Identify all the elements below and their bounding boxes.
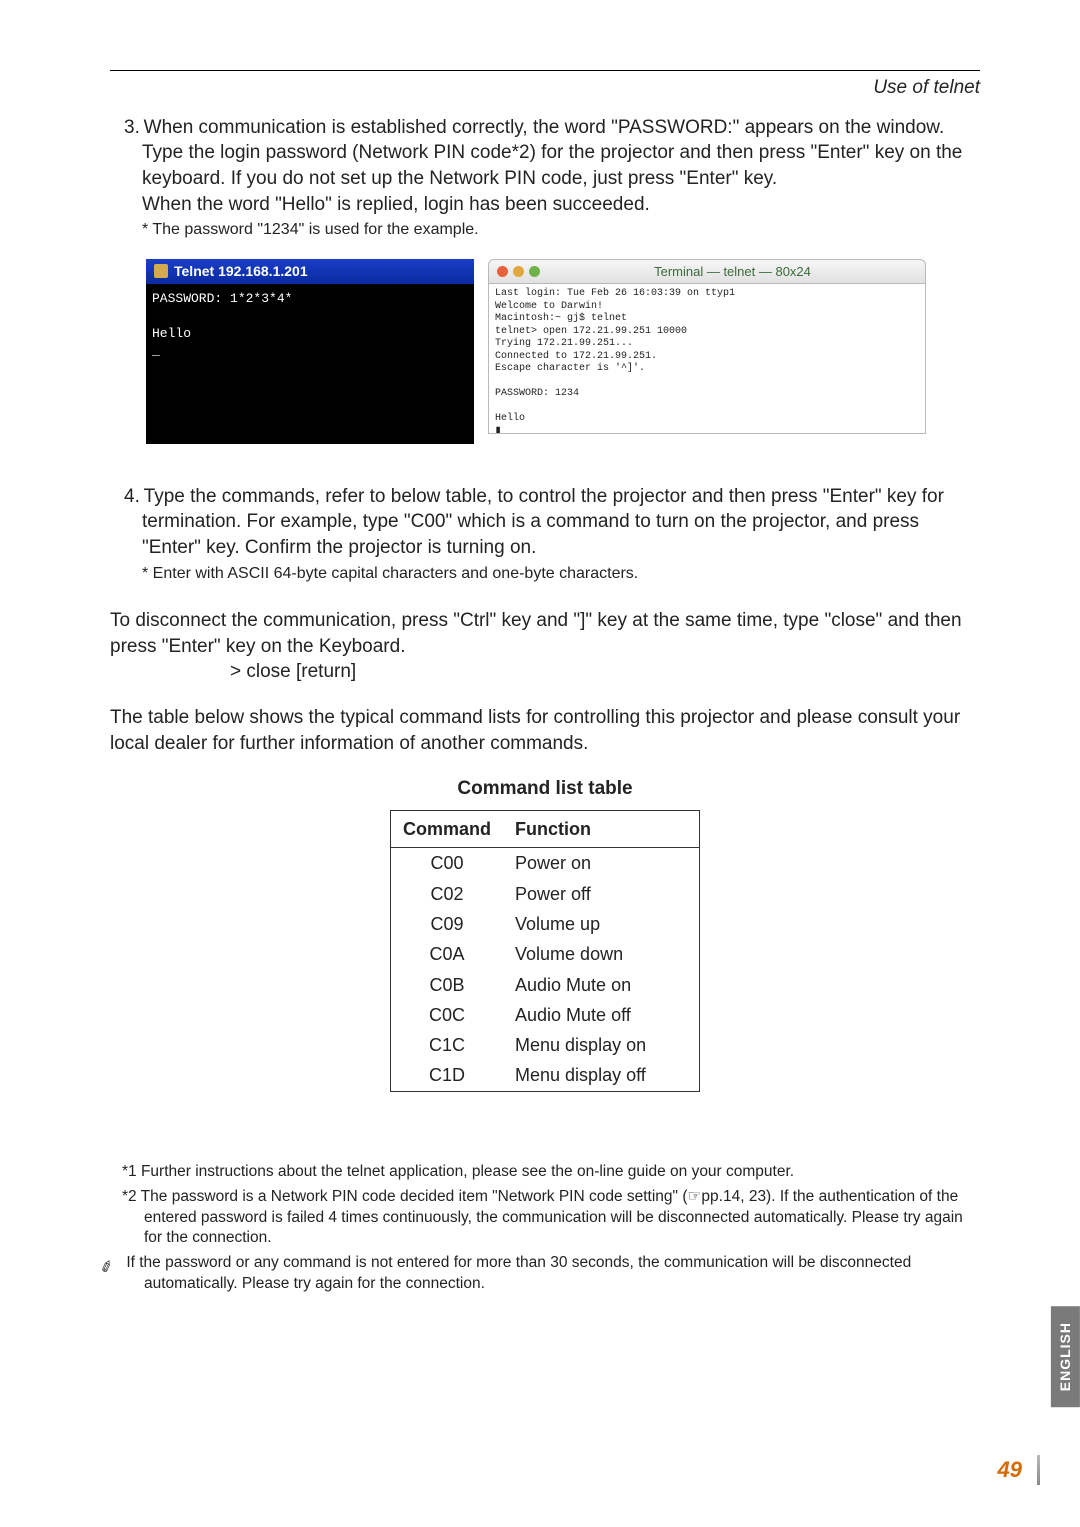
th-command: Command xyxy=(391,811,504,848)
table-row: C1DMenu display off xyxy=(391,1060,700,1091)
telnet-icon xyxy=(154,264,168,278)
win-titlebar: Telnet 192.168.1.201 xyxy=(146,259,474,284)
step4-note: * Enter with ASCII 64-byte capital chara… xyxy=(110,563,980,585)
language-tab: ENGLISH xyxy=(1051,1306,1080,1407)
step-3: 3. When communication is established cor… xyxy=(110,115,980,241)
command-table: Command Function C00Power on C02Power of… xyxy=(390,810,700,1092)
minimize-icon xyxy=(513,266,524,277)
mac-terminal-screenshot: Terminal — telnet — 80x24 Last login: Tu… xyxy=(488,259,926,444)
section-header: Use of telnet xyxy=(110,75,980,101)
disconnect-text: To disconnect the communication, press "… xyxy=(110,608,980,659)
footnote-note-text: If the password or any command is not en… xyxy=(126,1254,911,1292)
footnote-1: *1 Further instructions about the telnet… xyxy=(110,1162,980,1183)
step3-text: 3. When communication is established cor… xyxy=(110,115,980,192)
mac-terminal-body: Last login: Tue Feb 26 16:03:39 on ttyp1… xyxy=(488,284,926,434)
step3-continue: When the word "Hello" is replied, login … xyxy=(110,192,980,218)
zoom-icon xyxy=(529,266,540,277)
table-row: C1CMenu display on xyxy=(391,1030,700,1060)
close-icon xyxy=(497,266,508,277)
footnote-2: *2 The password is a Network PIN code de… xyxy=(110,1187,980,1250)
mac-title: Terminal — telnet — 80x24 xyxy=(548,263,917,281)
step-4: 4. Type the commands, refer to below tab… xyxy=(110,484,980,585)
table-row: C0AVolume down xyxy=(391,939,700,969)
pointer-icon: ✐ xyxy=(118,1254,125,1274)
page-number: 49 xyxy=(998,1455,1022,1485)
mac-titlebar: Terminal — telnet — 80x24 xyxy=(488,259,926,285)
page-edge-decoration xyxy=(1037,1455,1040,1485)
footnote-note: ✐ If the password or any command is not … xyxy=(110,1253,980,1295)
footnotes: *1 Further instructions about the telnet… xyxy=(110,1162,980,1296)
mac-window-dots xyxy=(497,266,540,277)
table-row: C0BAudio Mute on xyxy=(391,970,700,1000)
th-function: Function xyxy=(503,811,699,848)
table-row: C0CAudio Mute off xyxy=(391,1000,700,1030)
close-command: > close [return] xyxy=(110,659,980,685)
table-title: Command list table xyxy=(110,776,980,802)
table-row: C02Power off xyxy=(391,879,700,909)
windows-telnet-screenshot: Telnet 192.168.1.201 PASSWORD: 1*2*3*4* … xyxy=(146,259,474,444)
table-row: C09Volume up xyxy=(391,909,700,939)
win-title: Telnet 192.168.1.201 xyxy=(174,262,308,281)
step3-note: * The password "1234" is used for the ex… xyxy=(110,219,980,241)
win-terminal-body: PASSWORD: 1*2*3*4* Hello _ xyxy=(146,284,474,444)
disconnect-paragraph: To disconnect the communication, press "… xyxy=(110,608,980,685)
step4-text: 4. Type the commands, refer to below tab… xyxy=(110,484,980,561)
table-intro: The table below shows the typical comman… xyxy=(110,705,980,756)
table-row: C00Power on xyxy=(391,848,700,879)
